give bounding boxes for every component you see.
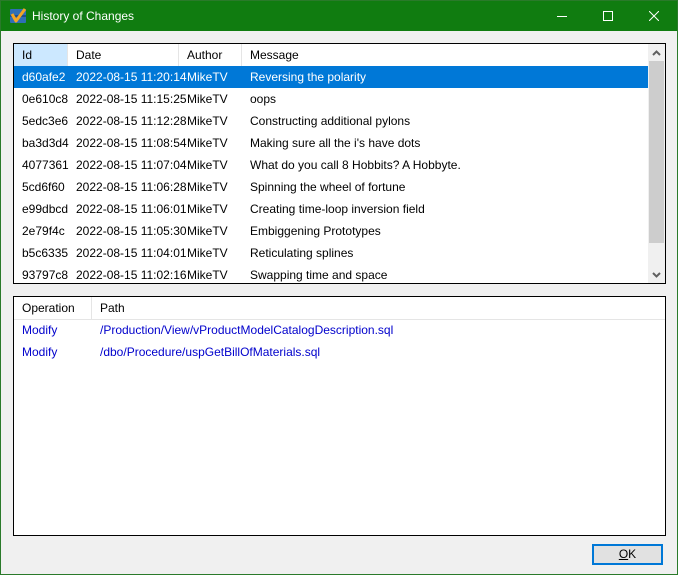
scroll-thumb[interactable] bbox=[649, 61, 664, 243]
commit-message: Creating time-loop inversion field bbox=[250, 202, 425, 216]
column-header-date[interactable]: Date bbox=[68, 44, 179, 66]
close-icon bbox=[649, 11, 659, 21]
commit-message: oops bbox=[250, 92, 277, 106]
commit-date: 2022-08-15 11:06:28 bbox=[76, 180, 187, 194]
changes-header: Operation Path bbox=[14, 297, 665, 320]
change-row[interactable]: Modify/dbo/Procedure/uspGetBillOfMateria… bbox=[14, 341, 665, 363]
commit-author: MikeTV bbox=[187, 180, 228, 194]
commit-id: d60afe2 bbox=[22, 70, 66, 84]
commit-author: MikeTV bbox=[187, 224, 228, 238]
minimize-icon bbox=[557, 16, 567, 17]
close-button[interactable] bbox=[631, 1, 677, 31]
commit-date: 2022-08-15 11:08:54 bbox=[76, 136, 187, 150]
change-path[interactable]: /dbo/Procedure/uspGetBillOfMaterials.sql bbox=[92, 341, 320, 363]
commit-date: 2022-08-15 11:07:04 bbox=[76, 158, 187, 172]
commit-row[interactable]: 5cd6f60 2022-08-15 11:06:28 MikeTV Spinning… bbox=[14, 176, 648, 198]
ok-button[interactable]: OK bbox=[592, 544, 663, 565]
chevron-down-icon bbox=[652, 271, 661, 278]
commit-row[interactable]: b5c6335 2022-08-15 11:04:01 MikeTV Reticula… bbox=[14, 242, 648, 264]
maximize-button[interactable] bbox=[585, 1, 631, 31]
commit-author: MikeTV bbox=[187, 246, 228, 260]
commit-id: 4077361 bbox=[22, 158, 69, 172]
commit-author: MikeTV bbox=[187, 158, 228, 172]
commit-message: Embiggening Prototypes bbox=[250, 224, 381, 238]
ok-mnemonic: O bbox=[618, 547, 629, 561]
maximize-icon bbox=[603, 11, 613, 21]
ok-label: K bbox=[628, 547, 637, 561]
checkmark-app-icon bbox=[10, 8, 26, 23]
scroll-up-button[interactable] bbox=[648, 44, 665, 61]
commit-row[interactable]: e99dbcd 2022-08-15 11:06:01 MikeTV Creating… bbox=[14, 198, 648, 220]
window-title: History of Changes bbox=[32, 9, 135, 23]
commit-message: What do you call 8 Hobbits? A Hobbyte. bbox=[250, 158, 461, 172]
commit-row[interactable]: 2e79f4c 2022-08-15 11:05:30 MikeTV Embiggen… bbox=[14, 220, 648, 242]
commit-author: MikeTV bbox=[187, 268, 228, 282]
commit-row[interactable]: 5edc3e6 2022-08-15 11:12:28 MikeTV Construc… bbox=[14, 110, 648, 132]
change-path[interactable]: /Production/View/vProductModelCatalogDes… bbox=[92, 319, 393, 341]
scroll-down-button[interactable] bbox=[648, 266, 665, 283]
commit-id: 5cd6f60 bbox=[22, 180, 65, 194]
commit-row[interactable]: 4077361 2022-08-15 11:07:04 MikeTV What do … bbox=[14, 154, 648, 176]
column-header-operation[interactable]: Operation bbox=[14, 297, 92, 319]
commit-author: MikeTV bbox=[187, 114, 228, 128]
commits-header: Id Date Author Message bbox=[14, 44, 648, 67]
change-operation[interactable]: Modify bbox=[14, 341, 57, 363]
change-operation[interactable]: Modify bbox=[14, 319, 57, 341]
commit-date: 2022-08-15 11:06:01 bbox=[76, 202, 187, 216]
commit-message: Reticulating splines bbox=[250, 246, 354, 260]
column-header-message[interactable]: Message bbox=[242, 44, 648, 66]
commit-id: 0e610c8 bbox=[22, 92, 69, 106]
commit-id: ba3d3d4 bbox=[22, 136, 69, 150]
commit-id: b5c6335 bbox=[22, 246, 69, 260]
commit-author: MikeTV bbox=[187, 70, 228, 84]
commit-message: Swapping time and space bbox=[250, 268, 388, 282]
chevron-up-icon bbox=[652, 49, 661, 56]
column-header-id[interactable]: Id bbox=[14, 44, 68, 66]
commits-scrollbar[interactable] bbox=[648, 44, 665, 283]
commit-author: MikeTV bbox=[187, 92, 228, 106]
commit-message: Spinning the wheel of fortune bbox=[250, 180, 406, 194]
commit-date: 2022-08-15 11:05:30 bbox=[76, 224, 187, 238]
changes-list[interactable]: Operation Path Modify/Production/View/vP… bbox=[13, 296, 666, 536]
column-header-path[interactable]: Path bbox=[92, 297, 665, 319]
commit-message: Constructing additional pylons bbox=[250, 114, 411, 128]
commit-author: MikeTV bbox=[187, 136, 228, 150]
history-dialog: History of Changes Id Date Author Messag… bbox=[0, 0, 678, 575]
change-row[interactable]: Modify/Production/View/vProductModelCata… bbox=[14, 319, 665, 341]
minimize-button[interactable] bbox=[539, 1, 585, 31]
commit-date: 2022-08-15 11:12:28 bbox=[76, 114, 187, 128]
commit-date: 2022-08-15 11:20:14 bbox=[76, 70, 187, 84]
commit-author: MikeTV bbox=[187, 202, 228, 216]
commit-id: 2e79f4c bbox=[22, 224, 65, 238]
title-bar: History of Changes bbox=[1, 1, 677, 31]
commit-id: 5edc3e6 bbox=[22, 114, 69, 128]
commit-row[interactable]: d60afe2 2022-08-15 11:20:14 MikeTV Reversin… bbox=[14, 66, 648, 88]
commit-message: Making sure all the i's have dots bbox=[250, 136, 421, 150]
commit-row[interactable]: 0e610c8 2022-08-15 11:15:25 MikeTV oops bbox=[14, 88, 648, 110]
column-header-author[interactable]: Author bbox=[179, 44, 242, 66]
commit-date: 2022-08-15 11:15:25 bbox=[76, 92, 187, 106]
commit-message: Reversing the polarity bbox=[250, 70, 367, 84]
commit-date: 2022-08-15 11:02:16 bbox=[76, 268, 187, 282]
commit-id: 93797c8 bbox=[22, 268, 69, 282]
commit-date: 2022-08-15 11:04:01 bbox=[76, 246, 187, 260]
commits-list[interactable]: Id Date Author Message d60afe2 2022-08-15… bbox=[13, 43, 666, 284]
commit-row[interactable]: 93797c8 2022-08-15 11:02:16 MikeTV Swapping… bbox=[14, 264, 648, 283]
commit-id: e99dbcd bbox=[22, 202, 69, 216]
commit-row[interactable]: ba3d3d4 2022-08-15 11:08:54 MikeTV Making s… bbox=[14, 132, 648, 154]
